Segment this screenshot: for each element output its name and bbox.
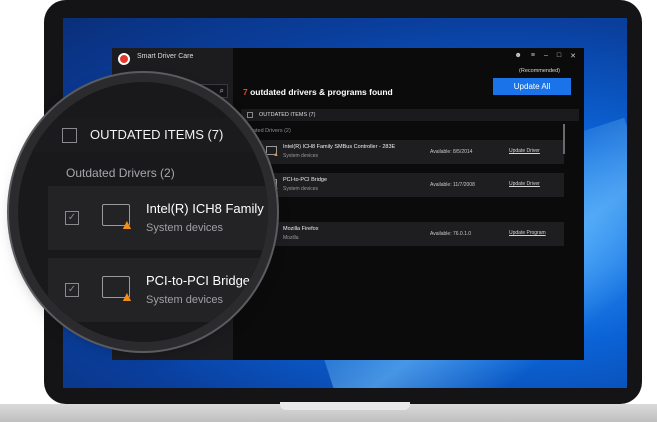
stage: Smart Driver Care ⌕ ☻ ≡ – □ ✕ 7 outdated… — [0, 0, 657, 422]
window-controls: ☻ ≡ – □ ✕ — [515, 52, 576, 60]
warning-icon: ▲ — [120, 216, 134, 232]
item-available: Available: 8/5/2014 — [430, 149, 473, 155]
app-title: Smart Driver Care — [137, 53, 194, 60]
item-name: Intel(R) ICH8 Family SMBus Controller - … — [283, 144, 396, 150]
user-icon[interactable]: ☻ — [515, 52, 522, 60]
magnified-list-item[interactable]: ✓ ▲ Intel(R) ICH8 Family System devices — [48, 186, 268, 250]
summary-label: outdated drivers & programs found — [247, 87, 393, 97]
warning-icon: ▲ — [273, 152, 279, 158]
item-name: Mozilla Firefox — [283, 226, 319, 232]
search-icon[interactable]: ⌕ — [220, 86, 224, 96]
magnified-section-label: Outdated Drivers (2) — [66, 166, 175, 180]
item-checkbox[interactable]: ✓ — [65, 211, 79, 225]
item-available: Available: 76.0.1.0 — [430, 231, 472, 237]
update-driver-link[interactable]: Update Driver — [509, 148, 540, 154]
warning-icon: ▲ — [120, 288, 134, 304]
list-scrollbar[interactable] — [563, 124, 565, 154]
list-item[interactable]: ▲ PCI-to-PCI Bridge System devices Avail… — [241, 173, 564, 197]
item-category: System devices — [146, 294, 224, 306]
item-checkbox[interactable]: ✓ — [65, 283, 79, 297]
item-category: System devices — [283, 186, 319, 192]
item-name: PCI-to-PCI Bridge — [283, 177, 328, 183]
magnifier-lens: OUTDATED ITEMS (7) Outdated Drivers (2) … — [18, 82, 268, 342]
laptop-notch — [280, 402, 410, 410]
close-icon[interactable]: ✕ — [570, 52, 576, 60]
item-name: Intel(R) ICH8 Family — [146, 201, 264, 216]
magnified-select-all-checkbox[interactable] — [62, 128, 77, 143]
item-category: System devices — [146, 222, 224, 234]
item-category: Mozilla — [283, 235, 299, 241]
item-category: System devices — [283, 153, 319, 159]
summary-text: 7 outdated drivers & programs found — [243, 87, 393, 97]
update-all-button[interactable]: Update All — [493, 78, 571, 95]
magnified-header-label: OUTDATED ITEMS (7) — [90, 127, 224, 142]
update-driver-link[interactable]: Update Driver — [509, 181, 540, 187]
update-program-link[interactable]: Update Program — [509, 230, 546, 236]
item-available: Available: 11/7/2008 — [430, 182, 475, 188]
app-logo-icon — [118, 53, 130, 65]
recommended-label: (Recommended) — [519, 68, 560, 74]
list-header: OUTDATED ITEMS (7) — [241, 109, 579, 121]
list-item[interactable]: Mozilla Firefox Mozilla Available: 76.0.… — [241, 222, 564, 246]
warning-icon: ▲ — [273, 185, 279, 191]
list-item[interactable]: ▲ Intel(R) ICH8 Family SMBus Controller … — [241, 140, 564, 164]
minimize-icon[interactable]: – — [544, 52, 548, 60]
maximize-icon[interactable]: □ — [557, 52, 561, 60]
item-name: PCI-to-PCI Bridge — [146, 273, 251, 288]
menu-icon[interactable]: ≡ — [531, 52, 535, 60]
magnified-list-item[interactable]: ✓ ▲ PCI-to-PCI Bridge System devices — [48, 258, 268, 322]
app-main: ☻ ≡ – □ ✕ 7 outdated drivers & programs … — [233, 48, 584, 360]
